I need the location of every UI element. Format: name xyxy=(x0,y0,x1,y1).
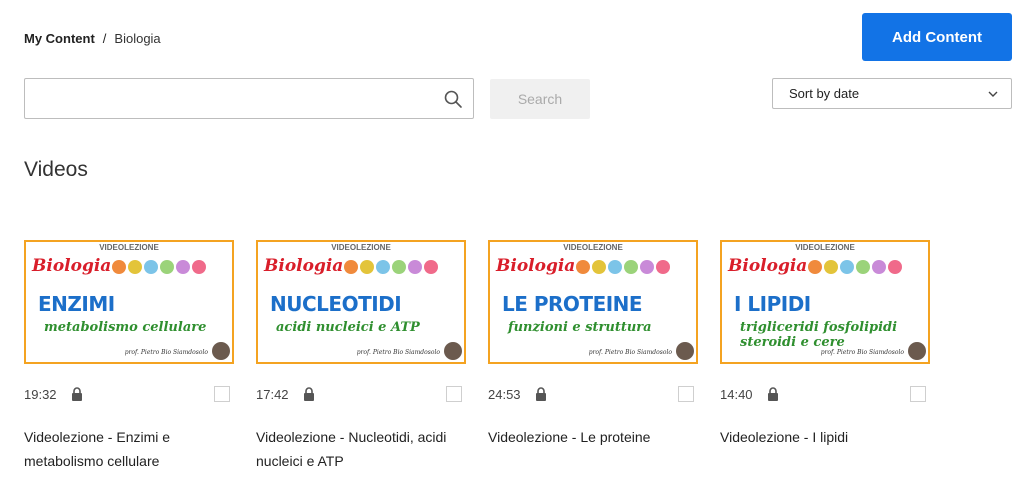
thumb-subject: Biologia xyxy=(728,256,808,276)
breadcrumb-separator: / xyxy=(102,31,107,46)
video-select-checkbox[interactable] xyxy=(214,386,230,402)
thumb-molecule-icons xyxy=(344,260,438,274)
video-select-checkbox[interactable] xyxy=(678,386,694,402)
thumb-header: VIDEOLEZIONE xyxy=(99,243,159,252)
thumb-subtitle: trigliceridi fosfolipidi steroidi e cere xyxy=(740,320,898,350)
add-content-button[interactable]: Add Content xyxy=(862,13,1012,61)
chevron-down-icon xyxy=(988,91,998,97)
thumb-subtitle: metabolismo cellulare xyxy=(44,320,207,335)
breadcrumb-current: Biologia xyxy=(114,31,161,46)
video-thumbnail[interactable]: VIDEOLEZIONE Biologia LE PROTEINE funzio… xyxy=(488,240,698,364)
video-select-checkbox[interactable] xyxy=(910,386,926,402)
thumb-molecule-icons xyxy=(808,260,902,274)
thumb-avatar xyxy=(444,342,462,360)
video-thumbnail[interactable]: VIDEOLEZIONE Biologia NUCLEOTIDI acidi n… xyxy=(256,240,466,364)
thumb-main-title: ENZIMI xyxy=(38,292,115,316)
video-duration: 14:40 xyxy=(720,386,753,402)
thumb-author: prof. Pietro Bio Siamdosolo xyxy=(820,349,904,356)
thumb-author: prof. Pietro Bio Siamdosolo xyxy=(356,349,440,356)
thumb-subtitle: acidi nucleici e ATP xyxy=(276,320,420,335)
video-card: VIDEOLEZIONE Biologia LE PROTEINE funzio… xyxy=(488,240,698,473)
lock-icon xyxy=(535,387,546,401)
thumb-main-title: NUCLEOTIDI xyxy=(270,292,402,316)
breadcrumb-my-content[interactable]: My Content xyxy=(24,31,95,46)
breadcrumb: My Content / Biologia xyxy=(24,31,161,46)
video-select-checkbox[interactable] xyxy=(446,386,462,402)
thumb-header: VIDEOLEZIONE xyxy=(563,243,623,252)
video-card: VIDEOLEZIONE Biologia I LIPIDI triglicer… xyxy=(720,240,930,473)
video-thumbnail[interactable]: VIDEOLEZIONE Biologia I LIPIDI triglicer… xyxy=(720,240,930,364)
thumb-subject: Biologia xyxy=(496,256,576,276)
search-button[interactable]: Search xyxy=(490,79,590,119)
thumb-avatar xyxy=(908,342,926,360)
video-title[interactable]: Videolezione - Le proteine xyxy=(488,425,698,449)
thumb-author: prof. Pietro Bio Siamdosolo xyxy=(588,349,672,356)
thumb-avatar xyxy=(676,342,694,360)
thumb-avatar xyxy=(212,342,230,360)
thumb-main-title: LE PROTEINE xyxy=(502,292,643,316)
video-card: VIDEOLEZIONE Biologia ENZIMI metabolismo… xyxy=(24,240,234,473)
lock-icon xyxy=(303,387,314,401)
search-box xyxy=(24,78,474,119)
video-card: VIDEOLEZIONE Biologia NUCLEOTIDI acidi n… xyxy=(256,240,466,473)
video-thumbnail[interactable]: VIDEOLEZIONE Biologia ENZIMI metabolismo… xyxy=(24,240,234,364)
thumb-subtitle: funzioni e struttura xyxy=(508,320,652,335)
thumb-header: VIDEOLEZIONE xyxy=(795,243,855,252)
thumb-subject: Biologia xyxy=(264,256,344,276)
thumb-subject: Biologia xyxy=(32,256,112,276)
video-meta: 24:53 xyxy=(488,384,698,404)
video-title[interactable]: Videolezione - Enzimi e metabolismo cell… xyxy=(24,425,234,473)
sort-select-value: Sort by date xyxy=(789,86,860,101)
section-title: Videos xyxy=(24,158,88,181)
video-title[interactable]: Videolezione - Nucleotidi, acidi nucleic… xyxy=(256,425,466,473)
search-icon[interactable] xyxy=(443,89,463,109)
video-title[interactable]: Videolezione - I lipidi xyxy=(720,425,930,449)
video-duration: 17:42 xyxy=(256,386,289,402)
video-meta: 19:32 xyxy=(24,384,234,404)
thumb-molecule-icons xyxy=(112,260,206,274)
thumb-molecule-icons xyxy=(576,260,670,274)
thumb-author: prof. Pietro Bio Siamdosolo xyxy=(124,349,208,356)
search-input[interactable] xyxy=(25,79,473,118)
thumb-header: VIDEOLEZIONE xyxy=(331,243,391,252)
lock-icon xyxy=(767,387,778,401)
video-meta: 14:40 xyxy=(720,384,930,404)
video-duration: 19:32 xyxy=(24,386,57,402)
video-grid: VIDEOLEZIONE Biologia ENZIMI metabolismo… xyxy=(24,240,930,473)
video-meta: 17:42 xyxy=(256,384,466,404)
lock-icon xyxy=(71,387,82,401)
video-duration: 24:53 xyxy=(488,386,521,402)
sort-select[interactable]: Sort by date xyxy=(772,78,1012,109)
thumb-main-title: I LIPIDI xyxy=(734,292,811,316)
